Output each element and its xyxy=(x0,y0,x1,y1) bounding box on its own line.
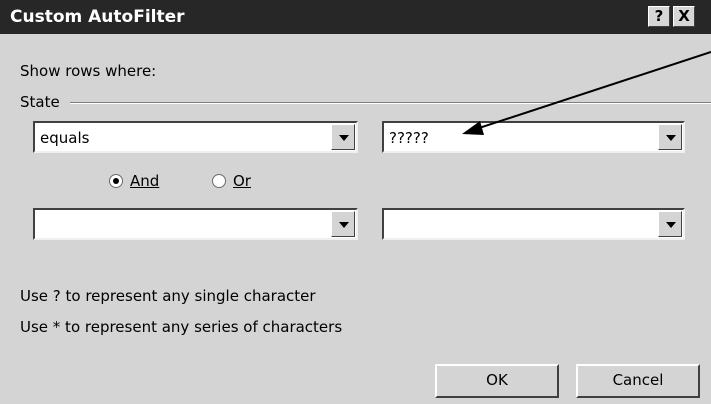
annotation-arrow-head xyxy=(462,121,484,135)
annotation-arrow xyxy=(462,51,711,135)
annotation-arrow-line xyxy=(475,51,711,130)
